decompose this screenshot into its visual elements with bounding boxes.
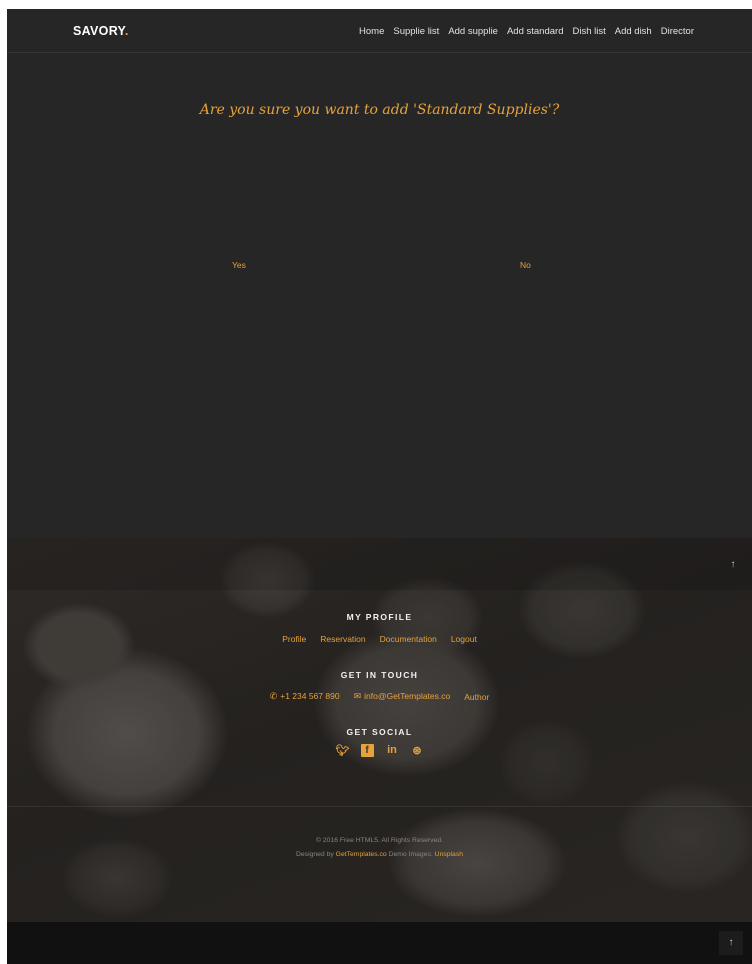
social-links: 🐦︎ f in ⊛ bbox=[7, 744, 752, 757]
phone-number: +1 234 567 890 bbox=[280, 691, 340, 701]
confirm-section: Are you sure you want to add 'Standard S… bbox=[7, 53, 752, 538]
nav-add-supplie[interactable]: Add supplie bbox=[448, 26, 498, 37]
footer-top-band bbox=[7, 538, 752, 590]
designed-by-label: Designed by bbox=[295, 851, 334, 858]
nav-add-dish[interactable]: Add dish bbox=[615, 26, 652, 37]
site-header: SAVORY. Home Supplie list Add supplie Ad… bbox=[7, 9, 752, 53]
dribbble-icon[interactable]: ⊛ bbox=[411, 744, 424, 757]
brand-name: SAVORY bbox=[73, 24, 125, 38]
nav-home[interactable]: Home bbox=[359, 26, 384, 37]
arrow-up-icon: ↑ bbox=[730, 559, 736, 570]
nav-supplie-list[interactable]: Supplie list bbox=[393, 26, 439, 37]
twitter-icon[interactable]: 🐦︎ bbox=[336, 744, 350, 757]
touch-heading: GET IN TOUCH bbox=[340, 670, 419, 680]
unsplash-link[interactable]: Unsplash bbox=[435, 851, 463, 858]
phone-link[interactable]: ✆ +1 234 567 890 bbox=[270, 691, 340, 702]
facebook-icon[interactable]: f bbox=[360, 744, 374, 757]
yes-button[interactable]: Yes bbox=[232, 260, 246, 270]
confirm-question: Are you sure you want to add 'Standard S… bbox=[199, 102, 560, 118]
brand-logo[interactable]: SAVORY. bbox=[73, 24, 129, 38]
copyright-text: © 2016 Free HTML5. All Rights Reserved. bbox=[315, 837, 444, 844]
footer-link-reservation[interactable]: Reservation bbox=[320, 634, 365, 644]
email-link[interactable]: ✉ info@GetTemplates.co bbox=[354, 691, 451, 702]
page: SAVORY. Home Supplie list Add supplie Ad… bbox=[7, 9, 752, 964]
contact-links: ✆ +1 234 567 890 ✉ info@GetTemplates.co Au… bbox=[7, 691, 752, 702]
footer-link-profile[interactable]: Profile bbox=[282, 634, 306, 644]
brand-dot: . bbox=[124, 24, 129, 38]
nav-dish-list[interactable]: Dish list bbox=[572, 26, 605, 37]
back-to-top-button[interactable]: ↑ bbox=[721, 553, 745, 577]
profile-heading: MY PROFILE bbox=[346, 612, 413, 622]
footer-divider bbox=[7, 806, 752, 807]
scroll-top-button[interactable]: ↑ bbox=[719, 931, 743, 955]
demo-images-label: Demo Images: bbox=[388, 851, 433, 858]
no-button[interactable]: No bbox=[520, 260, 531, 270]
footer-link-documentation[interactable]: Documentation bbox=[380, 634, 437, 644]
nav-add-standard[interactable]: Add standard bbox=[507, 26, 564, 37]
main-nav: Home Supplie list Add supplie Add standa… bbox=[359, 26, 694, 37]
profile-links: Profile Reservation Documentation Logout bbox=[7, 634, 752, 644]
nav-director[interactable]: Director bbox=[661, 26, 694, 37]
arrow-up-icon: ↑ bbox=[728, 937, 734, 948]
bottom-bar: ↑ bbox=[7, 922, 752, 964]
social-heading: GET SOCIAL bbox=[346, 727, 413, 737]
designer-link[interactable]: GetTemplates.co bbox=[336, 851, 387, 858]
site-footer: ↑ MY PROFILE Profile Reservation Documen… bbox=[7, 538, 752, 922]
author-link[interactable]: Author bbox=[464, 692, 489, 702]
footer-link-logout[interactable]: Logout bbox=[451, 634, 477, 644]
envelope-icon: ✉ bbox=[353, 691, 362, 701]
phone-icon: ✆ bbox=[269, 691, 278, 701]
credits-line: Designed by GetTemplates.co Demo Images:… bbox=[7, 851, 752, 858]
email-address: info@GetTemplates.co bbox=[364, 691, 451, 701]
linkedin-icon[interactable]: in bbox=[386, 744, 399, 757]
